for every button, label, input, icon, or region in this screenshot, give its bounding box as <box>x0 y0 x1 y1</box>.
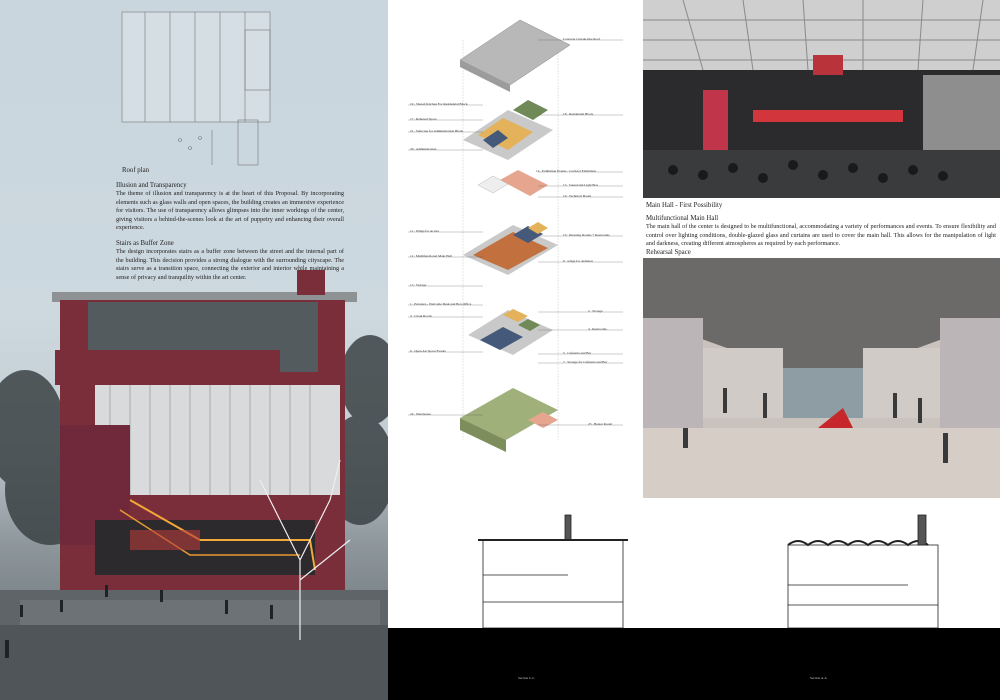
label-storage-2: 2 . Storage <box>588 309 603 313</box>
label-sound-light: 15 . Sound and Light Box <box>563 183 599 187</box>
building <box>52 270 357 590</box>
label-entrance: 1 . Entrance - Welcome Desk and Box Offi… <box>410 302 472 306</box>
label-cafeteria: 5 . Cafeteria and Bar <box>563 351 592 355</box>
label-exhibition: 14 . Exhibition Events - Corridor Exhibi… <box>536 169 596 173</box>
section-a-a-drawing <box>787 514 939 629</box>
illusion-body: The theme of illusion and transparency i… <box>116 190 344 232</box>
label-roof: Concrete Curtain-like Roof <box>563 37 601 41</box>
section-c-c-drawing <box>478 514 628 629</box>
main-hall-caption: Main Hall - First Possibility <box>646 202 723 209</box>
section-drawings <box>478 514 939 629</box>
section-ground-band: Section C-C Section A-A <box>388 628 1000 700</box>
label-cloak-room: 3 . Cloak Room <box>410 314 432 318</box>
label-cafeteria-storage: 7 . Storage for Cafeteria and Bar <box>563 360 608 364</box>
label-administration: 20 . Administration <box>410 147 437 151</box>
main-hall-render <box>643 0 1000 198</box>
label-heater-room: 23 . Heater Room <box>588 422 613 426</box>
label-restrooms: 4 . Restrooms <box>588 327 607 331</box>
label-main-hall: 12 . Multifunctional Main Hall <box>410 254 452 258</box>
label-residential: 18 . Residential Block <box>563 112 594 116</box>
label-technical-booth: 16 . Technical Booth <box>563 194 592 198</box>
label-storage-13: 13 . Storage <box>410 283 427 287</box>
rehearsal-image <box>643 258 1000 498</box>
section-c-c-label: Section C-C <box>518 676 535 680</box>
label-wings-audience: 9 . wings for audience <box>563 259 594 263</box>
label-admin-staircase: 21 . Staircase for Administration Block <box>410 129 464 133</box>
main-hall-image <box>643 0 1000 198</box>
main-hall-text: Multifunctional Main Hall The main hall … <box>646 214 996 249</box>
illusion-title: Illusion and Transparency <box>116 182 187 189</box>
label-open-air: 6 . Open Air Space Events <box>410 349 446 353</box>
section-a-a-label: Section A-A <box>810 676 827 680</box>
intro-text: Illusion and Transparency The theme of i… <box>116 171 344 282</box>
label-dressing-rooms: 10 . Dressing Rooms + Restrooms <box>563 233 610 237</box>
roof-plan <box>95 8 295 168</box>
rehearsal-caption: Rehearsal Space <box>646 249 691 256</box>
label-warehouse: 24 . Warehouse <box>410 412 431 416</box>
sections-area <box>388 505 1000 629</box>
rehearsal-render <box>643 258 1000 498</box>
main-hall-body: The main hall of the center is designed … <box>646 223 996 248</box>
stairs-body: The design incorporates stairs as a buff… <box>116 247 344 281</box>
label-wings-actors: 11 . Wings for Actors <box>410 229 439 233</box>
label-rehearsal-space: 17 . Rehersal Space <box>410 117 437 121</box>
main-hall-title: Multifunctional Main Hall <box>646 215 719 222</box>
exterior-render-panel: Roof plan Illusion and Transparency The … <box>0 0 388 700</box>
stairs-title: Stairs as Buffer Zone <box>116 239 174 247</box>
label-shared-kitchen: 19 . Shared Kitchen For Residential Bloc… <box>410 102 468 106</box>
